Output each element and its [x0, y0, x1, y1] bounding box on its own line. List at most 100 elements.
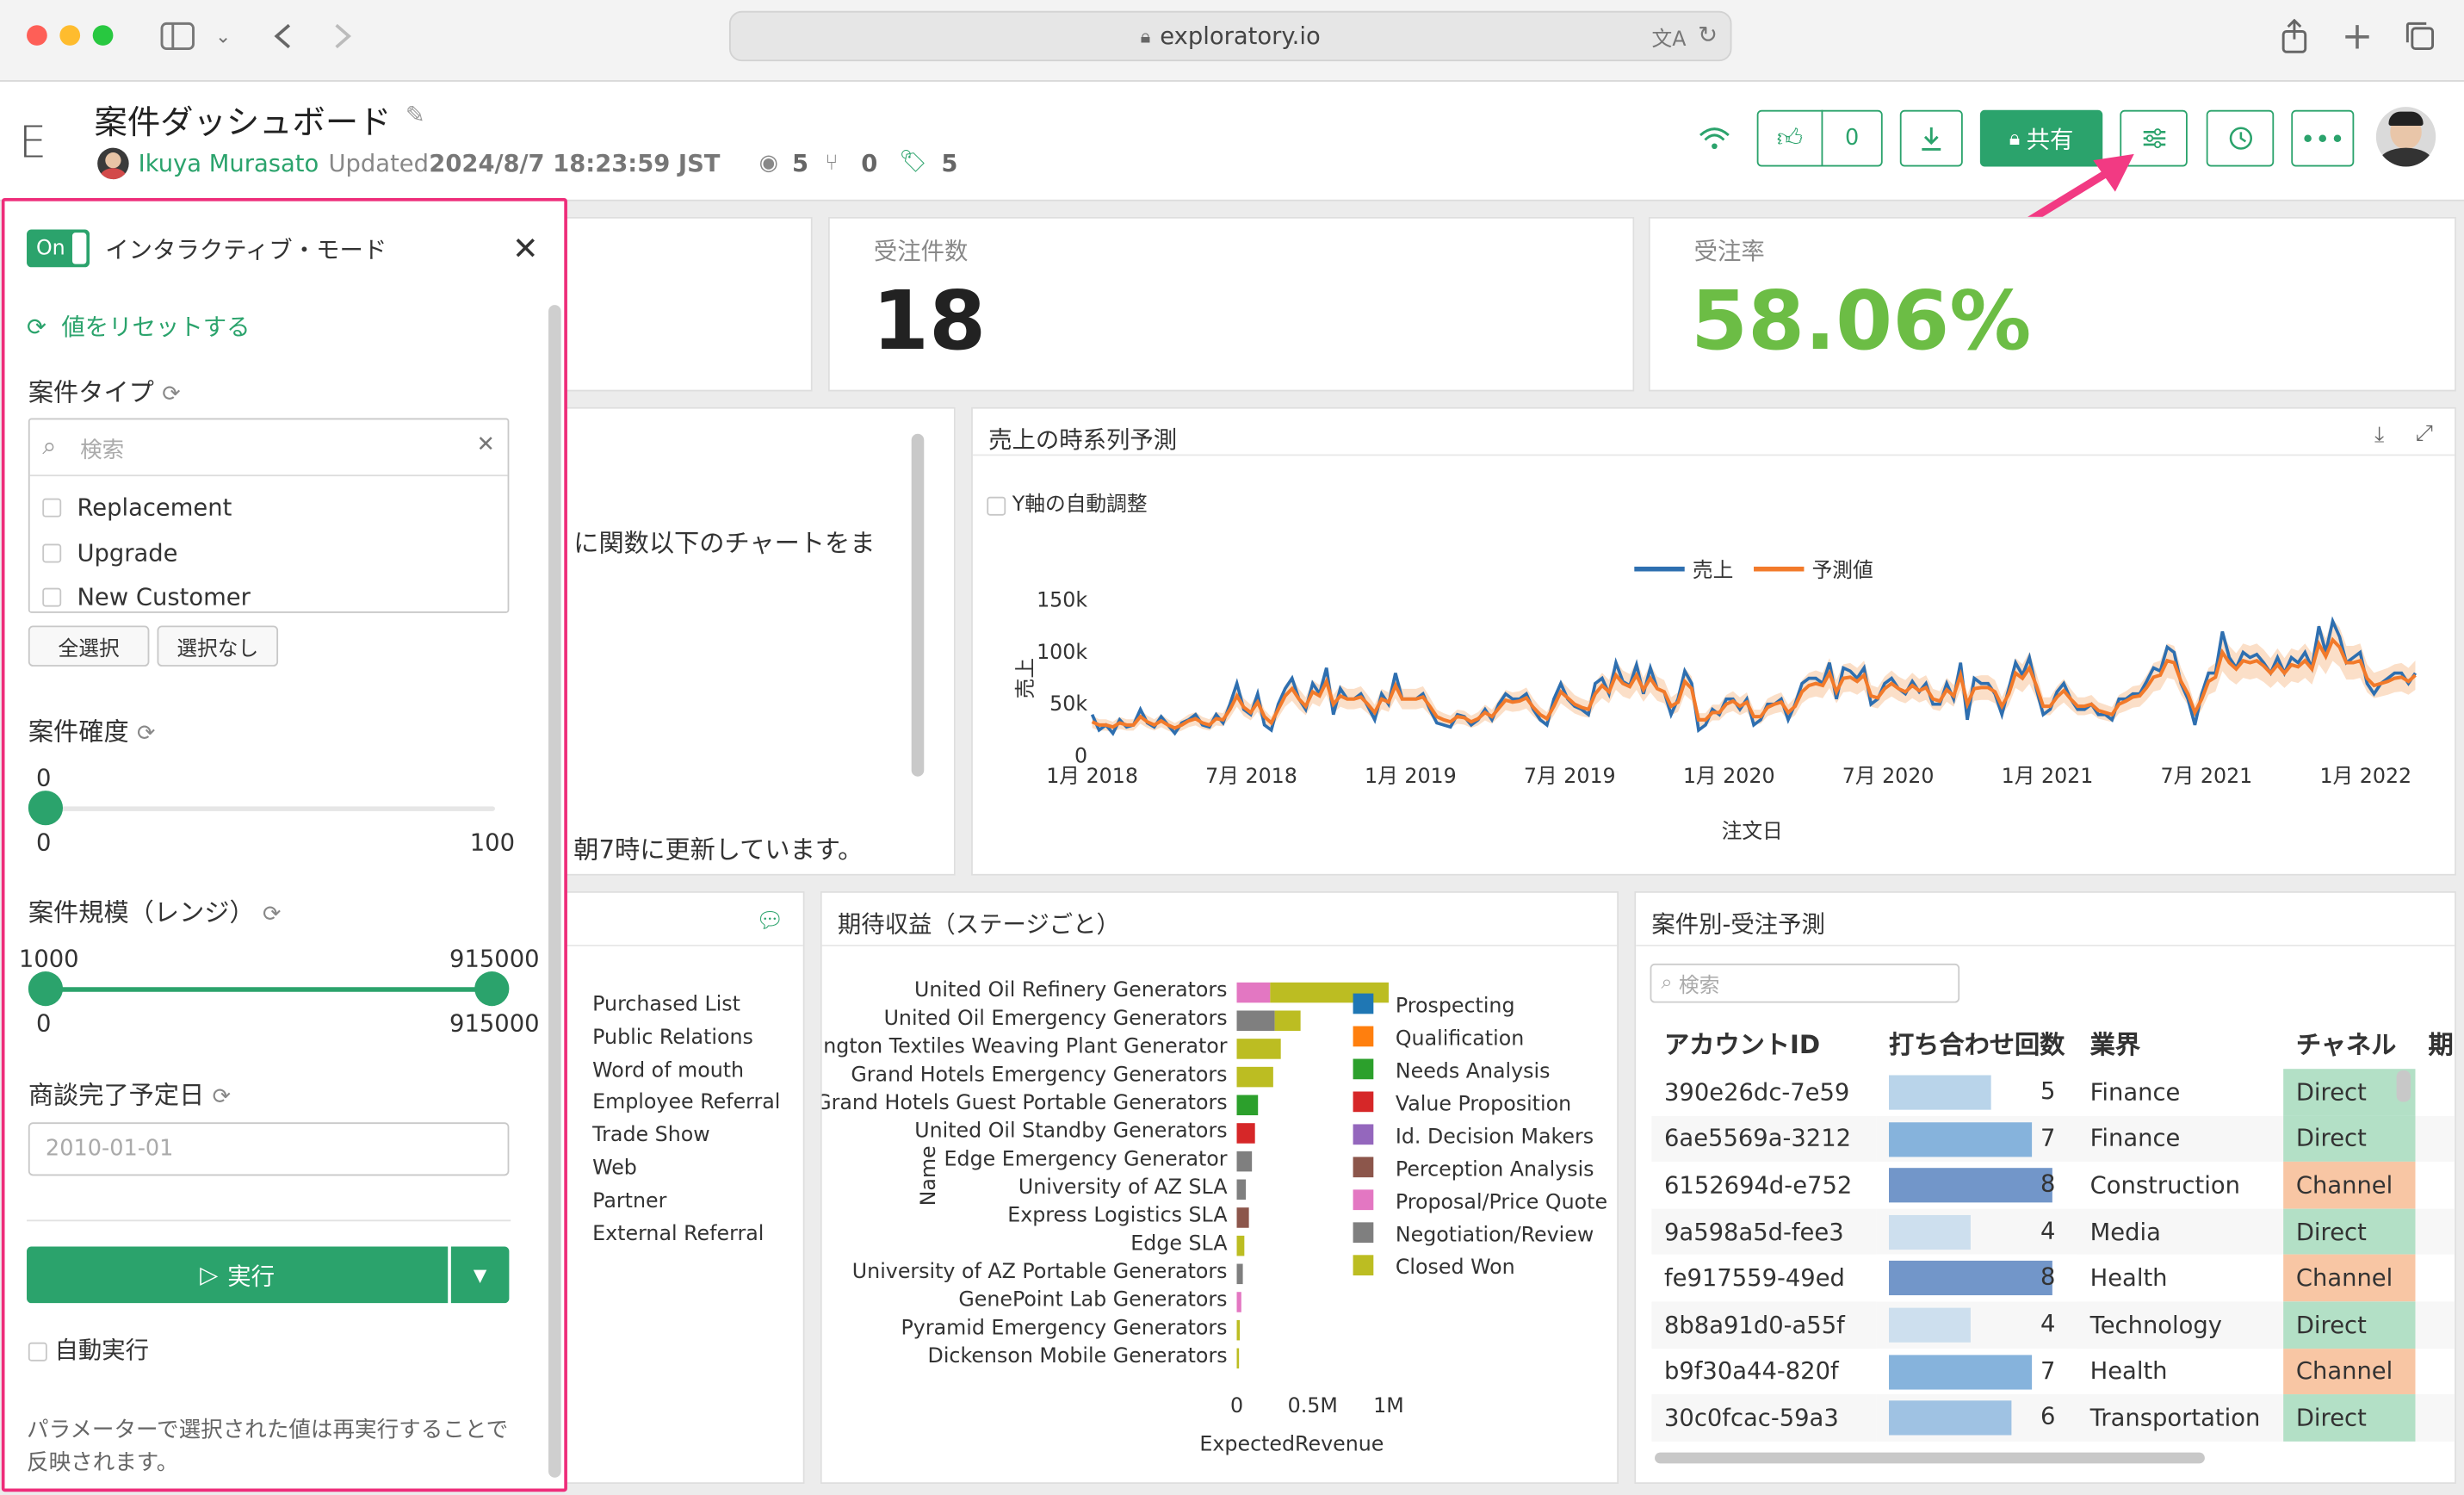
like-button[interactable]: 👍︎: [1756, 109, 1823, 167]
edit-title-icon[interactable]: ✎: [406, 101, 425, 129]
meetings-cell: 8: [1876, 1255, 2077, 1301]
author-name[interactable]: Ikuya Murasato: [139, 149, 319, 177]
meetings-value: 7: [2040, 1355, 2056, 1385]
reload-icon[interactable]: ↻: [1698, 21, 1718, 49]
expand-icon[interactable]: ⤢: [2415, 421, 2432, 446]
auto-run-label: 自動実行: [54, 1336, 150, 1365]
table-row[interactable]: 9a598a5d-fee3 4 Media Direct: [1651, 1208, 2455, 1256]
mode-toggle[interactable]: On: [27, 229, 90, 268]
forward-icon[interactable]: [324, 16, 362, 56]
orders-label: 受注件数: [873, 237, 969, 266]
refresh-icon[interactable]: ⟳: [137, 722, 155, 747]
tab-overview-icon[interactable]: [2401, 16, 2439, 56]
option-checkbox[interactable]: [42, 499, 62, 518]
updated-value: 2024/8/7 18:23:59 JST: [429, 149, 721, 178]
close-window-icon[interactable]: [27, 25, 47, 46]
close-date-text: 商談完了予定日: [28, 1079, 205, 1110]
comment-icon[interactable]: 💬︎: [756, 909, 783, 934]
user-avatar[interactable]: [2375, 107, 2436, 167]
select-none-button[interactable]: 選択なし: [157, 625, 279, 667]
table-row[interactable]: 6ae5569a-3212 7 Finance Direct: [1651, 1115, 2455, 1163]
chevron-down-icon[interactable]: ⌄: [211, 16, 236, 56]
column-header[interactable]: 打ち合わせ回数: [1876, 1015, 2077, 1069]
meetings-value: 6: [2040, 1402, 2056, 1431]
column-header[interactable]: チャネル: [2283, 1015, 2416, 1069]
run-options-button[interactable]: ▼: [450, 1246, 510, 1304]
x-tick-label: 7月 2018: [1205, 764, 1297, 788]
stage-chart: United Oil Refinery Generators United Oil…: [822, 977, 1607, 1456]
fork-icon: ⑂: [825, 151, 839, 177]
refresh-icon[interactable]: ⟳: [263, 903, 281, 927]
legend-swatch: [1353, 1124, 1374, 1145]
author-avatar[interactable]: [97, 147, 129, 180]
legend-swatch: [1353, 1189, 1374, 1211]
legend-swatch: [1353, 1091, 1374, 1113]
bar-segment: [1236, 1123, 1255, 1144]
table-row[interactable]: 6152694d-e752 8 Construction Channel: [1651, 1162, 2455, 1209]
address-bar[interactable]: 🔒︎ exploratory.io 文A ↻: [728, 10, 1732, 62]
deal-type-option[interactable]: Upgrade: [42, 530, 251, 575]
industry-cell: Construction: [2089, 1170, 2240, 1200]
category-label: urlington Textiles Weaving Plant Generat…: [822, 1034, 1228, 1058]
bar-segment: [1236, 1348, 1240, 1369]
x-tick-label: 0: [1230, 1393, 1243, 1417]
select-all-button[interactable]: 全選択: [28, 625, 150, 667]
minimize-window-icon[interactable]: [59, 25, 81, 46]
note-scrollbar[interactable]: [911, 433, 925, 777]
probability-slider-handle[interactable]: [28, 791, 64, 826]
reset-label: 値をリセットする: [61, 313, 251, 342]
category-label: Edge Emergency Generator: [944, 1146, 1228, 1170]
refresh-icon[interactable]: ⟳: [213, 1084, 231, 1109]
size-high-handle[interactable]: [474, 971, 510, 1007]
table-row[interactable]: 8b8a91d0-a55f 4 Technology Direct: [1651, 1301, 2455, 1349]
app-logo[interactable]: E: [19, 116, 46, 168]
reset-values-link[interactable]: ⟳ 値をリセットする: [27, 310, 250, 343]
table-header-row: アカウントID 打ち合わせ回数 業界 チャネル期: [1651, 1015, 2455, 1069]
column-header[interactable]: 期: [2416, 1015, 2455, 1069]
close-icon[interactable]: ✕: [512, 229, 539, 267]
download-icon[interactable]: ⤓: [2374, 423, 2384, 448]
deal-type-option[interactable]: New Customer: [42, 575, 251, 620]
size-low-handle[interactable]: [28, 971, 64, 1007]
more-button[interactable]: •••: [2291, 109, 2355, 167]
column-header[interactable]: アカウントID: [1651, 1015, 1876, 1069]
overflow-cell: [2416, 1208, 2455, 1255]
close-date-input[interactable]: 2010-01-01: [28, 1122, 510, 1176]
deal-type-option[interactable]: Replacement: [42, 486, 251, 530]
bar-segment: [1236, 1179, 1247, 1200]
translate-icon[interactable]: 文A: [1652, 22, 1687, 52]
size-range-track[interactable]: [45, 987, 495, 992]
deal-type-search[interactable]: ⌕ 検索 ✕: [29, 419, 508, 477]
stage-title: 期待収益（ステージごと）: [837, 909, 1120, 939]
size-min: 0: [35, 1008, 52, 1038]
option-checkbox[interactable]: [42, 543, 62, 563]
table-row[interactable]: 390e26dc-7e59 5 Finance Direct: [1651, 1069, 2455, 1116]
like-count[interactable]: 0: [1821, 109, 1883, 167]
history-button[interactable]: [2206, 109, 2275, 167]
table-row[interactable]: 30c0fcac-59a3 6 Transportation Direct: [1651, 1394, 2455, 1442]
table-h-scrollbar[interactable]: [1655, 1452, 2205, 1464]
zoom-window-icon[interactable]: [92, 25, 114, 46]
table-row[interactable]: b9f30a44-820f 7 Health Channel: [1651, 1348, 2455, 1395]
auto-run-checkbox[interactable]: 自動実行: [28, 1333, 149, 1366]
sidebar-icon[interactable]: [158, 16, 198, 56]
share-sheet-icon[interactable]: [2275, 16, 2313, 56]
option-checkbox[interactable]: [42, 588, 62, 608]
clear-icon[interactable]: ✕: [477, 432, 495, 457]
back-icon[interactable]: [264, 16, 302, 56]
table-row[interactable]: fe917559-49ed 8 Health Channel: [1651, 1255, 2455, 1302]
bar-segment: [1236, 1039, 1281, 1059]
table-v-scrollbar[interactable]: [2396, 1070, 2411, 1102]
overflow-cell: [2416, 1348, 2455, 1394]
meetings-value: 5: [2040, 1076, 2056, 1106]
auto-y-checkbox[interactable]: Y軸の自動調整: [987, 487, 1148, 518]
browser-toolbar: ⌄ 🔒︎ exploratory.io 文A ↻ +: [0, 0, 2464, 82]
run-button[interactable]: ▷ 実行: [27, 1246, 449, 1304]
column-header[interactable]: 業界: [2077, 1015, 2283, 1069]
probability-track[interactable]: [45, 806, 495, 811]
refresh-icon[interactable]: ⟳: [162, 382, 180, 407]
new-tab-icon[interactable]: +: [2338, 14, 2376, 58]
panel-scrollbar[interactable]: [548, 305, 561, 1478]
table-search-input[interactable]: ⌕ 検索: [1650, 963, 1960, 1003]
industry-cell: Finance: [2089, 1077, 2181, 1107]
